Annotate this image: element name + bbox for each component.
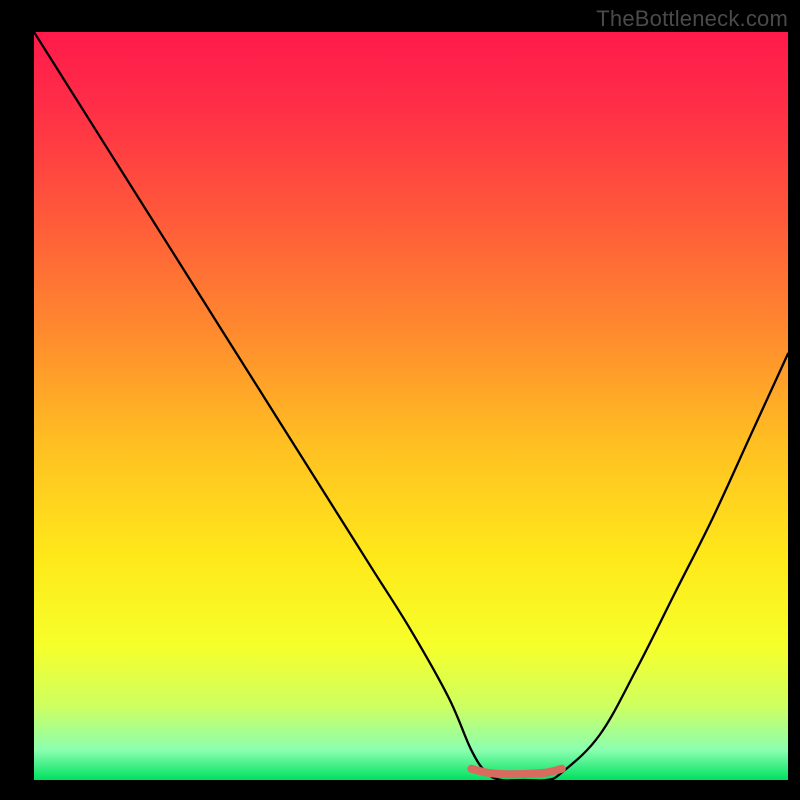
bottleneck-chart [0,0,800,800]
chart-container: TheBottleneck.com [0,0,800,800]
watermark-text: TheBottleneck.com [596,6,788,32]
plot-background [34,32,788,780]
